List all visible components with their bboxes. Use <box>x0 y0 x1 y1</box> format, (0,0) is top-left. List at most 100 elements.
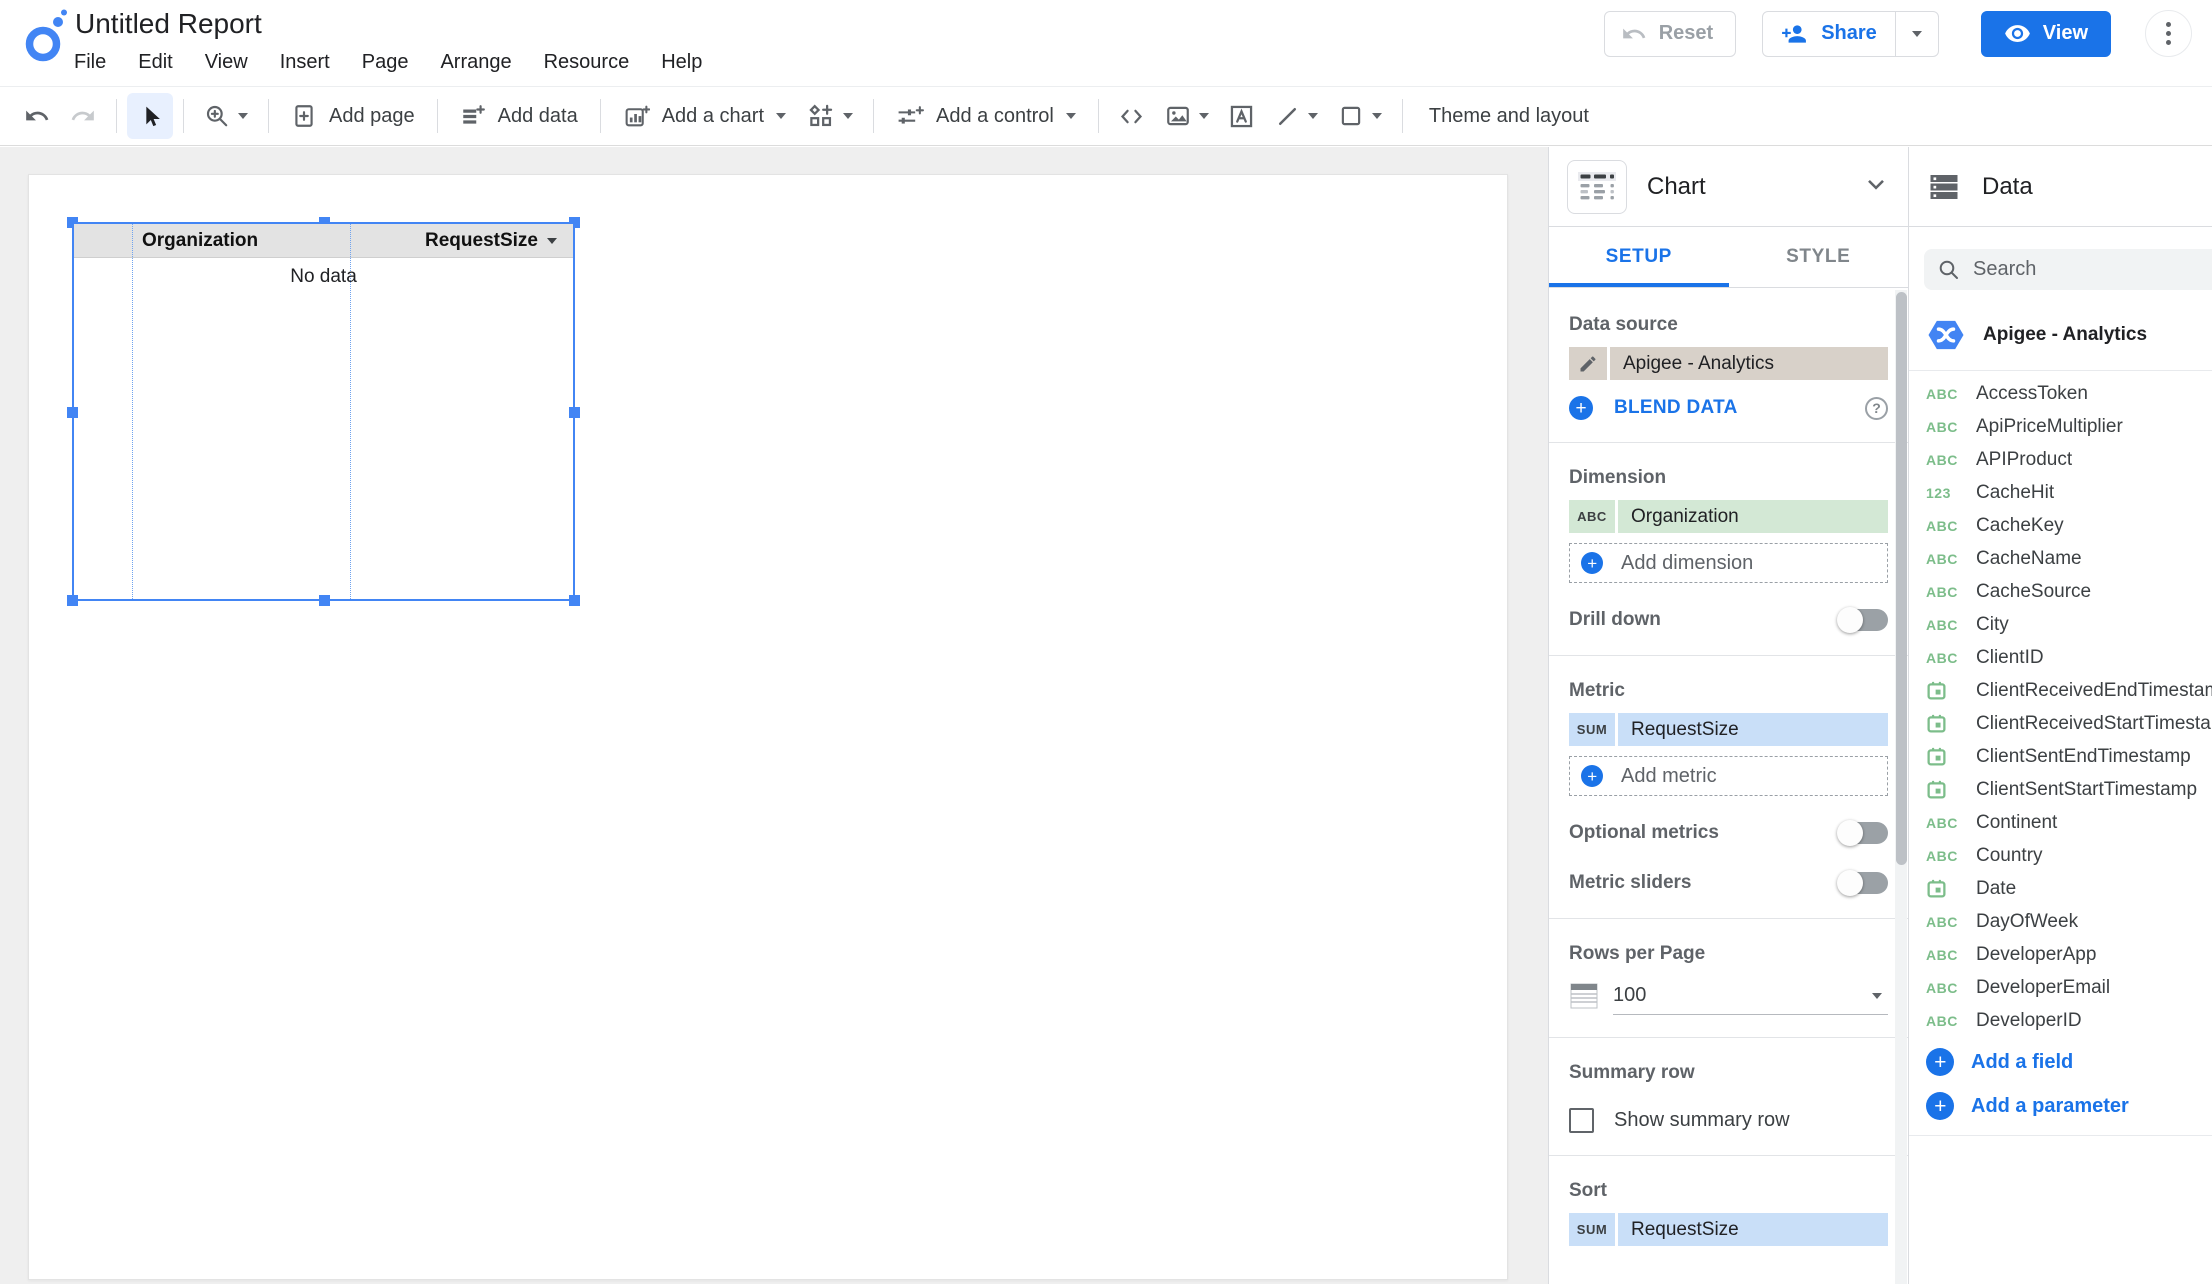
panel-scrollbar-thumb[interactable] <box>1896 292 1907 865</box>
help-icon[interactable]: ? <box>1865 396 1888 420</box>
add-metric-button[interactable]: + Add metric <box>1569 756 1888 796</box>
menu-help[interactable]: Help <box>645 47 718 78</box>
menu-insert[interactable]: Insert <box>264 47 346 78</box>
field-name: ClientReceivedStartTimestamp <box>1976 712 2212 734</box>
date-field-icon <box>1927 747 1946 766</box>
metric-sliders-toggle[interactable] <box>1837 870 1888 896</box>
field-row-ClientReceivedStartTimestamp[interactable]: ClientReceivedStartTimestamp <box>1926 707 2212 740</box>
sort-chip[interactable]: SUM RequestSize <box>1569 1213 1888 1246</box>
chevron-down-icon[interactable] <box>1862 170 1890 203</box>
zoom-tool-button[interactable] <box>194 93 258 139</box>
selection-handle[interactable] <box>569 406 580 418</box>
add-a-parameter-button[interactable]: + Add a parameter <box>1909 1087 2212 1125</box>
search-input[interactable] <box>1973 258 2193 281</box>
share-button[interactable]: Share <box>1762 10 1939 57</box>
undo-button[interactable] <box>14 93 60 139</box>
tab-style[interactable]: STYLE <box>1729 227 1909 287</box>
blend-data-button[interactable]: BLEND DATA <box>1614 397 1738 419</box>
metric-chip[interactable]: SUM RequestSize <box>1569 713 1888 746</box>
theme-and-layout-button[interactable]: Theme and layout <box>1413 93 1605 139</box>
table-column-organization[interactable]: Organization <box>142 230 258 252</box>
field-row-DeveloperID[interactable]: ABC DeveloperID <box>1926 1004 2195 1037</box>
add-data-button[interactable]: Add data <box>448 93 590 139</box>
rows-per-page-select[interactable]: 100 <box>1569 977 1888 1015</box>
field-row-CacheKey[interactable]: ABC CacheKey <box>1926 509 2195 542</box>
reset-button[interactable]: Reset <box>1603 10 1737 57</box>
field-row-AccessToken[interactable]: ABC AccessToken <box>1926 377 2195 410</box>
drill-down-toggle[interactable] <box>1837 607 1888 633</box>
date-field-icon <box>1927 879 1946 898</box>
menu-page[interactable]: Page <box>346 47 425 78</box>
summary-row-checkbox[interactable] <box>1569 1108 1594 1133</box>
view-button[interactable]: View <box>1980 10 2111 57</box>
field-row-ClientReceivedEndTimestamp[interactable]: ClientReceivedEndTimestamp <box>1926 674 2212 707</box>
field-row-Date[interactable]: Date <box>1926 872 2195 905</box>
data-source-name: Apigee - Analytics <box>1983 324 2148 345</box>
field-row-ClientID[interactable]: ABC ClientID <box>1926 641 2195 674</box>
add-chart-button[interactable]: Add a chart <box>611 93 798 139</box>
share-main[interactable]: Share <box>1763 12 1895 56</box>
data-source-row[interactable]: Apigee - Analytics <box>1926 315 2195 355</box>
selection-handle[interactable] <box>67 406 78 418</box>
date-field-icon <box>1926 746 1960 767</box>
insert-text-button[interactable] <box>1219 93 1265 139</box>
menu-resource[interactable]: Resource <box>528 47 646 78</box>
menu-edit[interactable]: Edit <box>122 47 188 78</box>
chart-panel-header[interactable]: Chart <box>1549 147 1908 227</box>
field-row-ApiPriceMultiplier[interactable]: ABC ApiPriceMultiplier <box>1926 410 2195 443</box>
selection-handle[interactable] <box>318 595 330 606</box>
add-a-field-button[interactable]: + Add a field <box>1909 1043 2212 1081</box>
field-row-DeveloperEmail[interactable]: ABC DeveloperEmail <box>1926 971 2195 1004</box>
redo-button[interactable] <box>60 93 106 139</box>
selected-table-chart[interactable]: Organization RequestSize No data <box>67 217 580 606</box>
report-title[interactable]: Untitled Report <box>75 8 262 40</box>
url-embed-button[interactable] <box>1109 93 1155 139</box>
rows-per-page-value: 100 <box>1613 984 1647 1006</box>
select-tool-button[interactable] <box>127 93 173 139</box>
text-field-icon: ABC <box>1926 418 1958 435</box>
view-label: View <box>2042 22 2088 44</box>
field-row-Continent[interactable]: ABC Continent <box>1926 806 2195 839</box>
field-search-box[interactable] <box>1924 249 2212 290</box>
field-row-DayOfWeek[interactable]: ABC DayOfWeek <box>1926 905 2195 938</box>
add-dimension-button[interactable]: + Add dimension <box>1569 543 1888 583</box>
community-visualizations-button[interactable] <box>798 93 863 139</box>
caret-down-icon <box>1872 992 1882 999</box>
add-control-button[interactable]: Add a control <box>884 93 1088 139</box>
section-divider <box>1549 1155 1908 1156</box>
selection-handle[interactable] <box>67 595 78 606</box>
field-row-CacheHit[interactable]: 123 CacheHit <box>1926 476 2195 509</box>
field-row-ClientSentStartTimestamp[interactable]: ClientSentStartTimestamp <box>1926 773 2197 806</box>
share-dropdown-button[interactable] <box>1896 12 1938 56</box>
dimension-chip[interactable]: ABC Organization <box>1569 500 1888 533</box>
optional-metrics-toggle[interactable] <box>1837 820 1888 846</box>
insert-shape-button[interactable] <box>1328 93 1392 139</box>
kebab-menu-button[interactable] <box>2145 10 2192 57</box>
field-row-CacheSource[interactable]: ABC CacheSource <box>1926 575 2195 608</box>
add-page-button[interactable]: Add page <box>279 93 427 139</box>
reset-label: Reset <box>1658 22 1714 44</box>
field-row-APIProduct[interactable]: ABC APIProduct <box>1926 443 2195 476</box>
menu-arrange[interactable]: Arrange <box>424 47 527 78</box>
field-row-Country[interactable]: ABC Country <box>1926 839 2195 872</box>
table-column-requestsize[interactable]: RequestSize <box>425 230 557 252</box>
kebab-menu-icon <box>2166 22 2171 27</box>
menu-file[interactable]: File <box>58 47 122 78</box>
report-canvas-page[interactable]: Organization RequestSize No data <box>28 174 1508 1280</box>
field-row-DeveloperApp[interactable]: ABC DeveloperApp <box>1926 938 2195 971</box>
insert-line-button[interactable] <box>1265 93 1328 139</box>
tab-setup[interactable]: SETUP <box>1549 227 1729 287</box>
selection-handle[interactable] <box>569 595 580 606</box>
field-name: DayOfWeek <box>1976 910 2079 932</box>
field-row-ClientSentEndTimestamp[interactable]: ClientSentEndTimestamp <box>1926 740 2195 773</box>
field-row-City[interactable]: ABC City <box>1926 608 2195 641</box>
zoom-icon <box>206 105 228 127</box>
eye-icon <box>2004 25 2030 42</box>
menu-view[interactable]: View <box>189 47 264 78</box>
data-source-chip[interactable]: Apigee - Analytics <box>1569 347 1888 380</box>
field-row-CacheName[interactable]: ABC CacheName <box>1926 542 2195 575</box>
workspace[interactable]: Organization RequestSize No data <box>0 147 1548 1284</box>
insert-image-button[interactable] <box>1155 93 1219 139</box>
line-icon <box>1278 107 1296 125</box>
pencil-icon[interactable] <box>1569 347 1607 380</box>
